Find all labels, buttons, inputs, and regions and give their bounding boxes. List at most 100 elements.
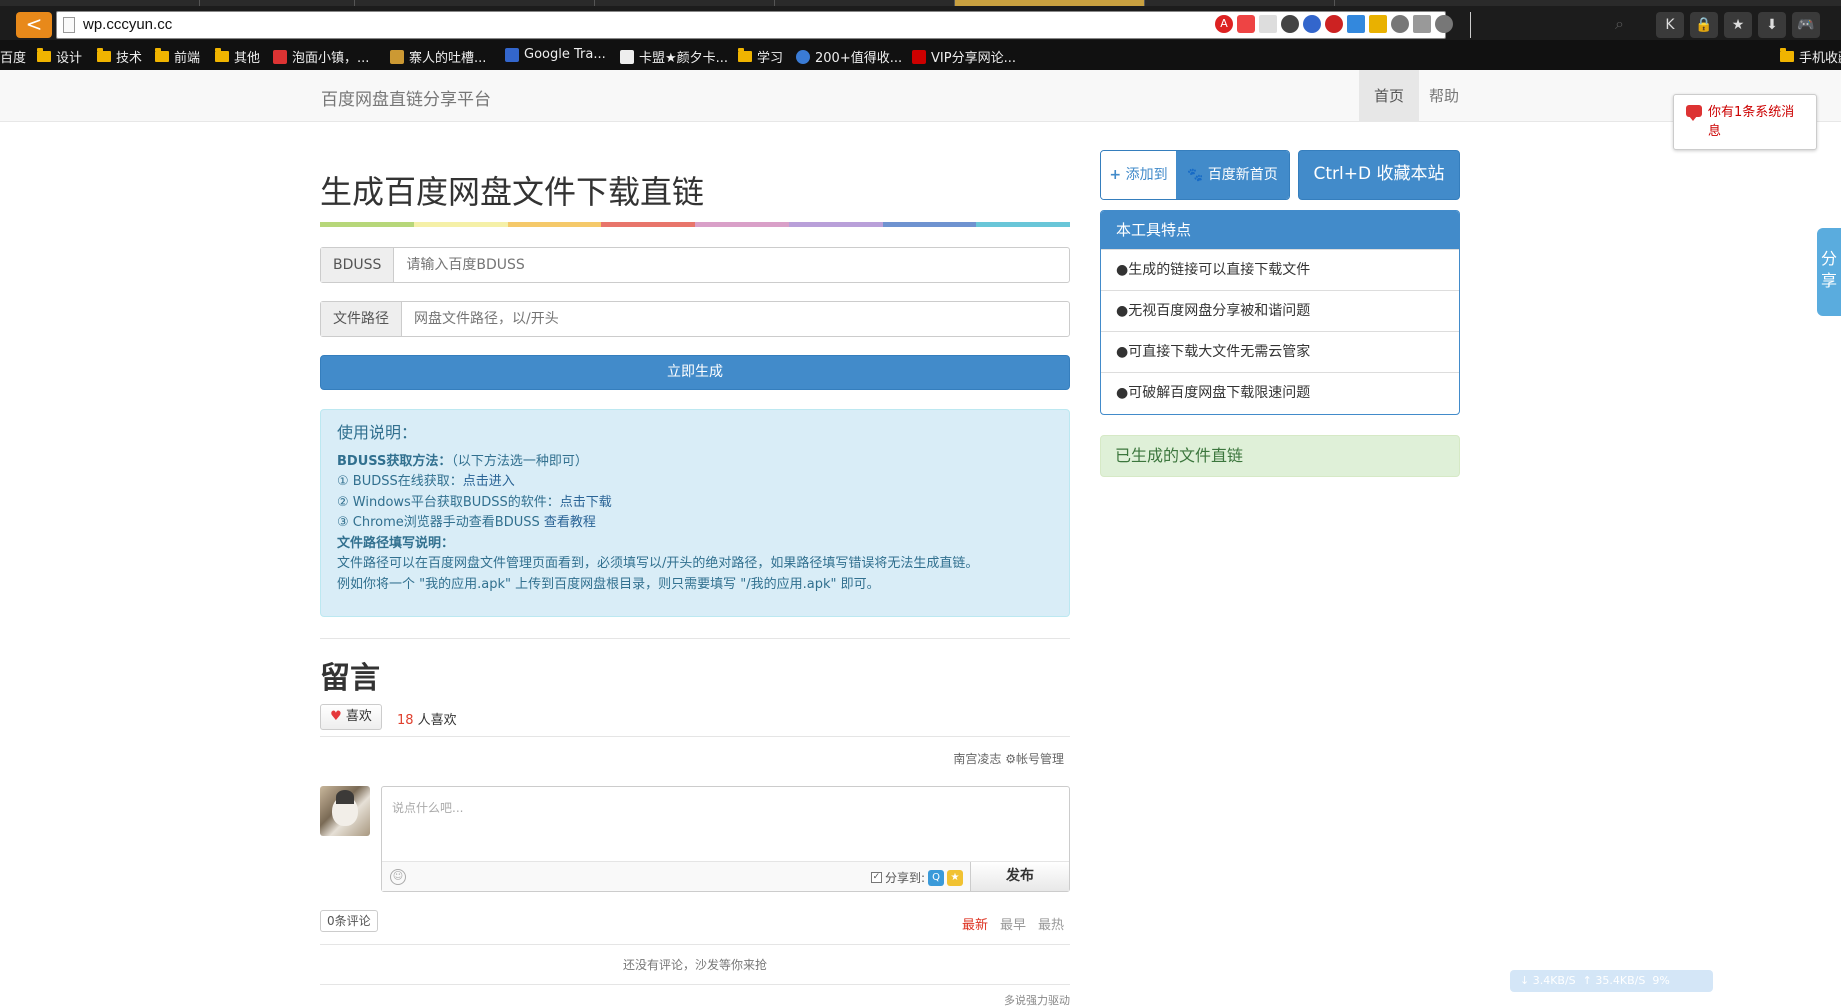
extension-red-icon[interactable] bbox=[1237, 15, 1255, 33]
lock-icon[interactable]: 🔒 bbox=[1690, 12, 1718, 38]
comments-title: 留言 bbox=[320, 661, 380, 696]
bduss-input[interactable] bbox=[394, 248, 1069, 282]
back-button[interactable]: < bbox=[16, 12, 52, 38]
bookmark-site-button[interactable]: Ctrl+D 收藏本站 bbox=[1298, 150, 1460, 200]
site-brand[interactable]: 百度网盘直链分享平台 bbox=[321, 85, 491, 110]
add-to-baidu-button[interactable]: + 添加到 🐾 百度新首页 bbox=[1100, 150, 1290, 200]
download-ext-icon[interactable] bbox=[1259, 15, 1277, 33]
bookmark-item[interactable]: Google Tra... bbox=[505, 47, 606, 62]
search-icon[interactable]: ⌕ bbox=[1615, 14, 1624, 34]
publish-button[interactable]: 发布 bbox=[970, 862, 1069, 891]
sort-newest[interactable]: 最新 bbox=[962, 914, 988, 933]
bookmark-item[interactable]: 寨人的吐槽... bbox=[390, 47, 486, 66]
download-tool-link[interactable]: 点击下载 bbox=[560, 495, 612, 510]
comment-box[interactable]: 说点什么吧... ☺ ✓ 分享到: Q ★ 发布 bbox=[381, 786, 1070, 892]
avatar[interactable] bbox=[320, 786, 370, 836]
emoji-icon[interactable]: ☺ bbox=[390, 869, 406, 885]
network-speed: ↓ 3.4KB/S ↑ 35.4KB/S 9% bbox=[1510, 970, 1713, 992]
search-box[interactable]: ⌕ bbox=[1470, 12, 1630, 38]
tutorial-link[interactable]: 查看教程 bbox=[544, 515, 596, 530]
path-explanation-1: 文件路径可以在百度网盘文件管理页面看到，必须填写以/开头的绝对路径，如果路径填写… bbox=[337, 556, 979, 571]
bike-ext-icon[interactable] bbox=[1303, 15, 1321, 33]
browser-tab-active[interactable] bbox=[955, 0, 1145, 6]
gamepad-icon[interactable]: 🎮 bbox=[1792, 12, 1820, 38]
star-ext-icon[interactable] bbox=[1391, 15, 1409, 33]
bookmarks-bar: 百度 设计 技术 前端 其他 泡面小镇，... 寨人的吐槽... Google … bbox=[0, 40, 1841, 70]
grid-ext-icon[interactable] bbox=[1413, 15, 1431, 33]
nav-help[interactable]: 帮助 bbox=[1414, 70, 1474, 122]
bookmark-item[interactable]: 百度 bbox=[0, 47, 26, 66]
path-heading: 文件路径填写说明： bbox=[337, 535, 455, 551]
adblock-icon[interactable]: A bbox=[1215, 15, 1233, 33]
generated-links-box: 已生成的文件直链 bbox=[1100, 435, 1460, 477]
like-button[interactable]: ♥ 喜欢 bbox=[320, 704, 382, 730]
qzone-icon[interactable]: ★ bbox=[947, 869, 963, 886]
bduss-method-2: ② Windows平台获取BUDSS的软件：点击下载 bbox=[337, 494, 612, 510]
share-checkbox[interactable]: ✓ bbox=[870, 872, 882, 883]
browser-toolbar: < wp.cccyun.cc A ⌕ K 🔒 ★ ⬇ 🎮 bbox=[0, 0, 1841, 40]
baidu-home-label: 🐾 百度新首页 bbox=[1176, 151, 1289, 199]
empty-comments: 还没有评论，沙发等你来抢 bbox=[622, 958, 767, 972]
nav-home[interactable]: 首页 bbox=[1359, 70, 1420, 122]
online-get-link[interactable]: 点击进入 bbox=[463, 474, 515, 489]
bookmark-item[interactable]: VIP分享网论... bbox=[912, 47, 1016, 66]
comment-placeholder[interactable]: 说点什么吧... bbox=[392, 799, 463, 816]
sort-hottest[interactable]: 最热 bbox=[1038, 914, 1064, 933]
browser-tab[interactable] bbox=[775, 0, 955, 6]
page-title: 生成百度网盘文件下载直链 bbox=[320, 173, 705, 211]
like-count: 18 人喜欢 bbox=[397, 713, 457, 728]
color-divider bbox=[320, 222, 1070, 227]
translate-icon bbox=[505, 47, 519, 62]
color-segment bbox=[413, 222, 508, 227]
browser-tab[interactable] bbox=[200, 0, 355, 6]
pinterest-icon[interactable] bbox=[1325, 15, 1343, 33]
back-arrow-icon: < bbox=[25, 12, 43, 36]
add-to-label: + 添加到 bbox=[1101, 151, 1176, 199]
instructions-title: 使用说明： bbox=[337, 423, 418, 442]
download-icon[interactable]: ⬇ bbox=[1758, 12, 1786, 38]
note-ext-icon[interactable] bbox=[1347, 15, 1365, 33]
bookmark-item[interactable]: 卡盟★颜夕卡... bbox=[620, 47, 728, 66]
bduss-heading-line: BDUSS获取方法：（以下方法选一种即可） bbox=[337, 453, 588, 469]
bookmark-folder[interactable]: 学习 bbox=[738, 47, 783, 66]
browser-tab[interactable] bbox=[355, 0, 595, 6]
folder-icon bbox=[1780, 48, 1794, 62]
browser-tab[interactable] bbox=[1145, 0, 1335, 6]
url-text[interactable]: wp.cccyun.cc bbox=[83, 16, 172, 33]
path-input[interactable] bbox=[402, 302, 1069, 336]
star-icon[interactable]: ★ bbox=[1724, 12, 1752, 38]
bookmark-folder[interactable]: 技术 bbox=[97, 47, 142, 66]
share-side-button[interactable]: 分享 bbox=[1817, 228, 1841, 316]
k-icon[interactable]: K bbox=[1656, 12, 1684, 38]
browser-tab[interactable] bbox=[10, 0, 200, 6]
bookmark-folder[interactable]: 设计 bbox=[37, 47, 82, 66]
feature-item: ●无视百度网盘分享被和谐问题 bbox=[1101, 290, 1459, 331]
site-icon bbox=[390, 49, 404, 64]
folder-icon bbox=[215, 48, 229, 62]
site-icon bbox=[620, 49, 634, 64]
user-name[interactable]: 南宫凌志 bbox=[953, 752, 1001, 766]
browser-tab[interactable] bbox=[595, 0, 775, 6]
bookmark-folder[interactable]: 其他 bbox=[215, 47, 260, 66]
system-notice[interactable]: 你有1条系统消息 bbox=[1673, 94, 1817, 150]
bookmark-folder[interactable]: 前端 bbox=[155, 47, 200, 66]
circle-ext-icon[interactable] bbox=[1281, 15, 1299, 33]
shield-ext-icon[interactable] bbox=[1369, 15, 1387, 33]
instructions-box: 使用说明： BDUSS获取方法：（以下方法选一种即可） ① BUDSS在线获取：… bbox=[320, 409, 1070, 617]
bookmark-folder[interactable]: 手机收藏 bbox=[1780, 47, 1841, 66]
site-icon bbox=[273, 49, 287, 64]
powered-by-link[interactable]: 多说强力驱动 bbox=[1004, 992, 1070, 1006]
up-arrow-icon: ↑ bbox=[1582, 974, 1592, 987]
comment-toolbar: ☺ ✓ 分享到: Q ★ 发布 bbox=[382, 861, 1069, 891]
account-manage-link[interactable]: 帐号管理 bbox=[1016, 752, 1064, 766]
folder-icon bbox=[97, 48, 111, 62]
qq-weibo-icon[interactable]: Q bbox=[928, 869, 944, 886]
page-icon bbox=[63, 17, 75, 33]
sort-oldest[interactable]: 最早 bbox=[1000, 914, 1026, 933]
generate-button[interactable]: 立即生成 bbox=[320, 355, 1070, 390]
color-segment bbox=[601, 222, 695, 227]
feature-item: ●可破解百度网盘下载限速问题 bbox=[1101, 372, 1459, 413]
reload-icon[interactable] bbox=[1435, 15, 1453, 33]
bookmark-item[interactable]: 200+值得收... bbox=[796, 47, 902, 66]
bookmark-item[interactable]: 泡面小镇，... bbox=[273, 47, 369, 66]
